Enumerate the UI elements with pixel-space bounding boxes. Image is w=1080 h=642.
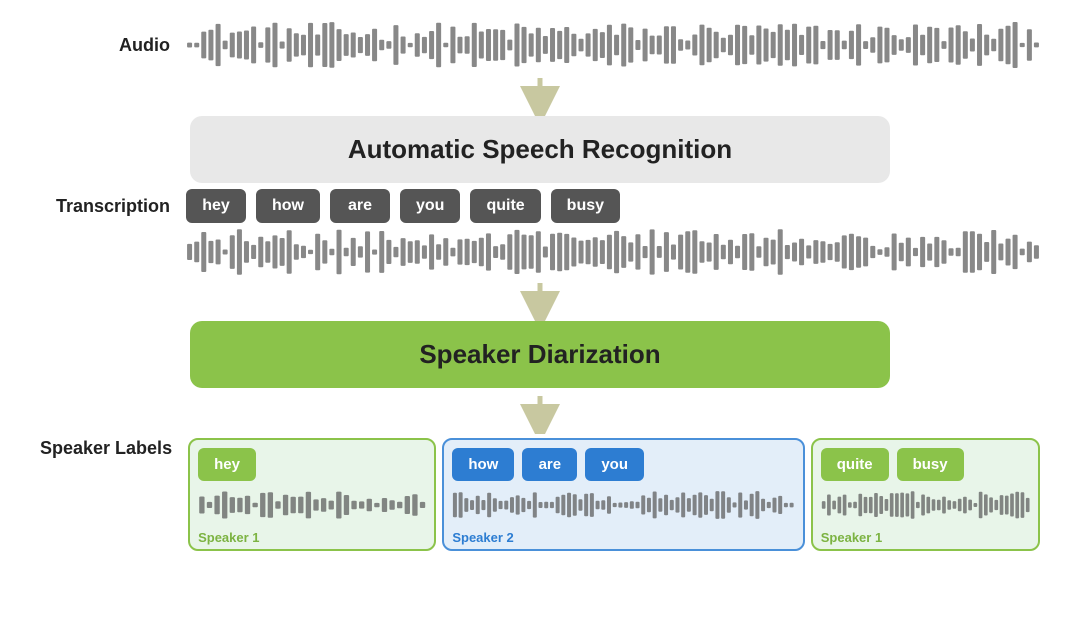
token-hey: hey [186, 189, 246, 223]
arrow-labels [520, 394, 560, 434]
spk2-tokens: how are you [452, 448, 644, 481]
token-quite: quite [470, 189, 540, 223]
speaker-labels-row: Speaker Labels hey Speaker 1 how are you… [40, 438, 1040, 551]
diagram: Audio Automatic Speech Recognition Trans… [40, 20, 1040, 551]
token-spk1-busy: busy [897, 448, 964, 481]
token-spk2-are: are [522, 448, 577, 481]
token-you: you [400, 189, 460, 223]
speaker2-segment: how are you Speaker 2 [442, 438, 804, 551]
arrow-sd [520, 281, 560, 321]
speaker1-left-label: Speaker 1 [198, 530, 259, 545]
spk1-left-tokens: hey [198, 448, 256, 481]
transcription-label: Transcription [40, 196, 170, 217]
audio-row: Audio [40, 20, 1040, 70]
speaker1-right-segment: quite busy Speaker 1 [811, 438, 1040, 551]
transcription-tokens: hey how are you quite busy [186, 189, 1040, 223]
audio-waveform [186, 20, 1040, 70]
asr-box: Automatic Speech Recognition [190, 116, 890, 183]
speaker-labels-label: Speaker Labels [40, 438, 172, 459]
transcription-row: Transcription hey how are you quite busy [40, 189, 1040, 223]
speaker1-right-label: Speaker 1 [821, 530, 882, 545]
token-how: how [256, 189, 320, 223]
token-spk2-you: you [585, 448, 644, 481]
sd-box-text: Speaker Diarization [419, 339, 660, 369]
token-spk1-hey: hey [198, 448, 256, 481]
token-spk1-quite: quite [821, 448, 889, 481]
speaker-segments: hey Speaker 1 how are you Speaker 2 quit… [188, 438, 1040, 551]
speaker2-label: Speaker 2 [452, 530, 513, 545]
sd-box: Speaker Diarization [190, 321, 890, 388]
token-busy: busy [551, 189, 620, 223]
waveform-row2 [40, 227, 1040, 277]
audio-label: Audio [40, 35, 170, 56]
token-are: are [330, 189, 390, 223]
asr-box-text: Automatic Speech Recognition [348, 134, 732, 164]
arrow-asr [520, 76, 560, 116]
token-spk2-how: how [452, 448, 514, 481]
speaker1-left-segment: hey Speaker 1 [188, 438, 436, 551]
waveform2 [186, 227, 1040, 277]
spk1-right-tokens: quite busy [821, 448, 964, 481]
